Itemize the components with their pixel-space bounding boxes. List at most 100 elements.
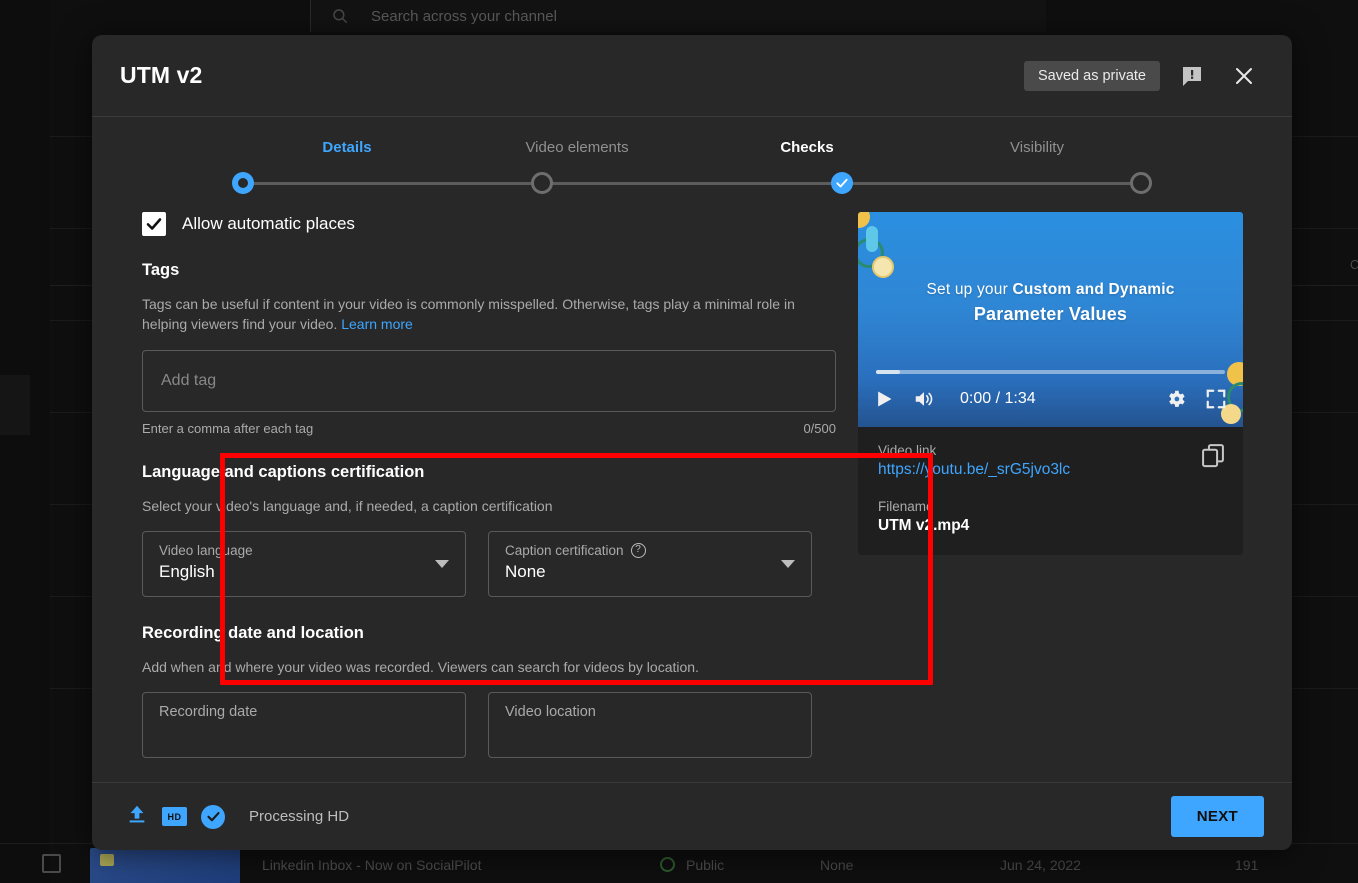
- video-metadata: Video link https://youtu.be/_srG5jvo3lc …: [858, 427, 1243, 555]
- volume-icon[interactable]: [912, 388, 936, 410]
- row-restrictions: None: [820, 857, 853, 873]
- stepper-labels: Details Video elements Checks Visibility: [232, 139, 1152, 156]
- video-preview-card: Set up your Custom and Dynamic Parameter…: [858, 212, 1243, 555]
- video-link-label: Video link: [878, 443, 1223, 458]
- tags-footer: Enter a comma after each tag 0/500: [142, 421, 836, 436]
- step-dot-checks[interactable]: [831, 172, 853, 194]
- settings-gear-icon[interactable]: [1165, 388, 1187, 410]
- language-section: Language and captions certification Sele…: [142, 463, 836, 597]
- recording-date-placeholder: Recording date: [159, 704, 449, 720]
- video-location-input[interactable]: Video location: [488, 692, 812, 758]
- video-link[interactable]: https://youtu.be/_srG5jvo3lc: [878, 461, 1070, 478]
- background-sidebar: [0, 0, 50, 883]
- thumbnail-line1-pre: Set up your: [926, 281, 1012, 298]
- caption-certification-value: None: [505, 562, 795, 582]
- play-icon[interactable]: [874, 389, 894, 409]
- chevron-down-icon: [781, 560, 795, 568]
- feedback-speech-bubble-icon[interactable]: [1172, 56, 1212, 96]
- decoration-blob: [858, 212, 870, 228]
- step-dot-visibility[interactable]: [1130, 172, 1152, 194]
- page-title: UTM v2: [120, 62, 202, 89]
- screen: Search across your channel rs C 3 4 4 1: [0, 0, 1358, 883]
- tab-visibility[interactable]: Visibility: [922, 139, 1152, 156]
- footer-status-icons: HD: [126, 803, 225, 830]
- thumbnail-line1-bold: Custom and Dynamic: [1012, 281, 1174, 298]
- filename-label: Filename: [878, 499, 1223, 514]
- row-visibility: Public: [686, 857, 724, 873]
- language-fields-row: Video language English Caption certifica…: [142, 531, 836, 597]
- row-views: 191: [1235, 857, 1258, 873]
- dialog-footer: HD Processing HD NEXT: [92, 782, 1292, 850]
- video-thumbnail[interactable]: Set up your Custom and Dynamic Parameter…: [858, 212, 1243, 427]
- tags-heading: Tags: [142, 261, 836, 280]
- processing-status-text: Processing HD: [249, 808, 349, 825]
- filename-value: UTM v2.mp4: [878, 517, 1223, 535]
- video-language-label: Video language: [159, 543, 449, 558]
- chevron-down-icon: [435, 560, 449, 568]
- status-badge: Saved as private: [1024, 61, 1160, 91]
- search-placeholder-text: Search across your channel: [371, 8, 557, 25]
- row-date: Jun 24, 2022: [1000, 857, 1081, 873]
- dialog-header: UTM v2 Saved as private: [92, 35, 1292, 117]
- details-form-column: Allow automatic places Tags Tags can be …: [120, 212, 836, 782]
- recording-description: Add when and where your video was record…: [142, 657, 814, 677]
- video-language-select[interactable]: Video language English: [142, 531, 466, 597]
- video-details-dialog: UTM v2 Saved as private: [92, 35, 1292, 850]
- help-circle-icon[interactable]: ?: [631, 543, 646, 558]
- add-tag-input[interactable]: Add tag: [142, 350, 836, 412]
- video-language-value: English: [159, 562, 449, 582]
- row-thumbnail[interactable]: [90, 848, 240, 883]
- progress-stepper: Details Video elements Checks Visibility: [92, 117, 1292, 194]
- allow-automatic-places-checkbox[interactable]: [142, 212, 166, 236]
- video-time: 0:00 / 1:34: [960, 390, 1036, 408]
- tab-details[interactable]: Details: [232, 139, 462, 156]
- tab-checks[interactable]: Checks: [692, 139, 922, 156]
- caption-certification-label: Caption certification ?: [505, 543, 795, 558]
- allow-automatic-places-label: Allow automatic places: [182, 214, 355, 234]
- caption-certification-select[interactable]: Caption certification ? None: [488, 531, 812, 597]
- decoration-blob: [872, 256, 894, 278]
- tab-video-elements[interactable]: Video elements: [462, 139, 692, 156]
- recording-section: Recording date and location Add when and…: [142, 624, 836, 758]
- hd-badge: HD: [162, 807, 187, 826]
- add-tag-placeholder: Add tag: [161, 372, 216, 390]
- copy-icon[interactable]: [1199, 441, 1227, 474]
- language-heading: Language and captions certification: [142, 463, 836, 482]
- recording-fields-row: Recording date Video location: [142, 692, 836, 758]
- stepper-dots: [232, 172, 1152, 194]
- recording-heading: Recording date and location: [142, 624, 836, 643]
- check-circle-icon: [201, 805, 225, 829]
- language-description: Select your video's language and, if nee…: [142, 496, 814, 516]
- video-location-placeholder: Video location: [505, 704, 795, 720]
- allow-automatic-places-row[interactable]: Allow automatic places: [142, 212, 836, 236]
- row-title: Linkedin Inbox - Now on SocialPilot: [262, 857, 481, 873]
- decoration-blob: [866, 226, 878, 252]
- video-preview-column: Set up your Custom and Dynamic Parameter…: [858, 212, 1243, 782]
- search-icon: [331, 7, 349, 25]
- stepper-track: [232, 172, 1152, 194]
- fullscreen-icon[interactable]: [1205, 388, 1227, 410]
- globe-icon: [660, 857, 675, 872]
- thumbnail-line2: Parameter Values: [858, 301, 1243, 328]
- tags-learn-more-link[interactable]: Learn more: [341, 316, 413, 332]
- close-icon[interactable]: [1224, 56, 1264, 96]
- step-dot-video-elements[interactable]: [531, 172, 553, 194]
- tags-section: Tags Tags can be useful if content in yo…: [142, 261, 836, 436]
- dialog-body: Allow automatic places Tags Tags can be …: [92, 194, 1292, 782]
- step-dot-details[interactable]: [232, 172, 254, 194]
- tags-hint: Enter a comma after each tag: [142, 421, 313, 436]
- tags-description: Tags can be useful if content in your vi…: [142, 294, 814, 335]
- caption-certification-label-text: Caption certification: [505, 543, 624, 558]
- video-controls: 0:00 / 1:34: [858, 379, 1243, 419]
- background-left-card: [0, 375, 30, 435]
- next-button[interactable]: NEXT: [1171, 796, 1264, 837]
- tags-counter: 0/500: [803, 421, 836, 436]
- dialog-header-actions: Saved as private: [1024, 56, 1264, 96]
- background-search-bar[interactable]: Search across your channel: [310, 0, 1046, 32]
- recording-date-input[interactable]: Recording date: [142, 692, 466, 758]
- tags-description-text: Tags can be useful if content in your vi…: [142, 296, 795, 332]
- thumbnail-text: Set up your Custom and Dynamic Parameter…: [858, 278, 1243, 328]
- video-progress-bar[interactable]: [876, 370, 1225, 374]
- upload-icon: [126, 803, 148, 830]
- row-checkbox[interactable]: [42, 854, 61, 873]
